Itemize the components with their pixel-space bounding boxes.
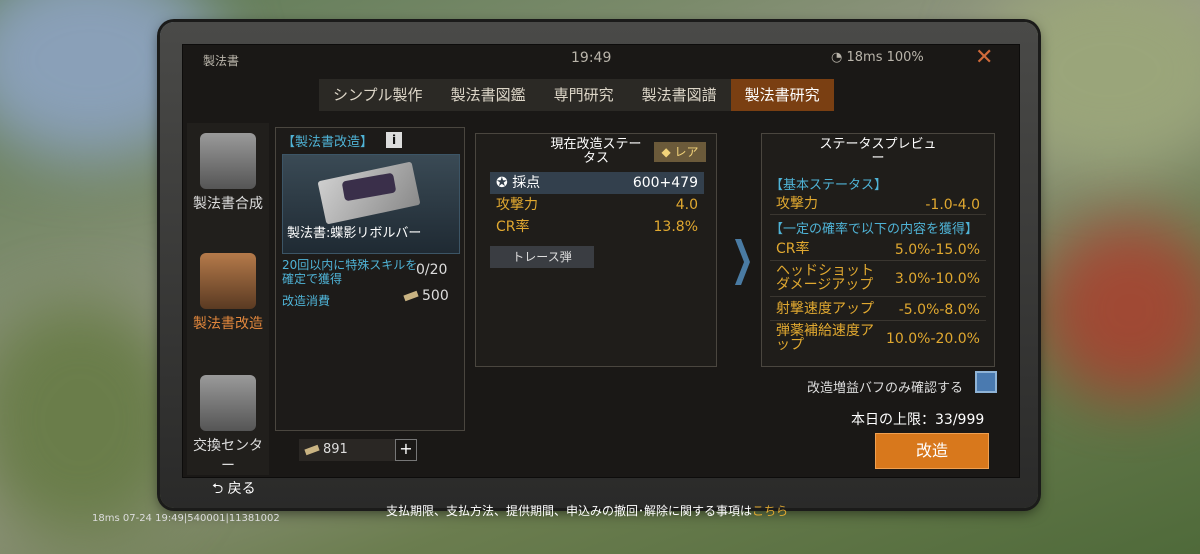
stat-label: CR率 bbox=[776, 241, 810, 257]
document-pen-icon bbox=[200, 253, 256, 309]
stat-row-attack: 攻撃力 4.0 bbox=[490, 194, 704, 216]
tab-bar: シンプル製作 製法書図鑑 専門研究 製法書図譜 製法書研究 bbox=[319, 79, 834, 111]
trace-bullet-button[interactable]: トレース弾 bbox=[490, 246, 594, 268]
return-arrow-icon: ⮌ bbox=[212, 481, 228, 497]
legal-notice: 支払期限、支払方法、提供期間、申込みの撤回･解除に関する事項はこちら bbox=[386, 504, 789, 518]
tab-expert-research[interactable]: 専門研究 bbox=[540, 79, 628, 111]
stat-label: 攻撃力 bbox=[496, 197, 538, 213]
preview-row-crit: CR率 5.0%-15.0% bbox=[770, 238, 986, 261]
debug-info: 18ms 07-24 19:49|540001|11381002 bbox=[92, 513, 280, 524]
tab-recipe-chart[interactable]: 製法書図譜 bbox=[628, 79, 731, 111]
ticket-icon bbox=[304, 444, 320, 455]
stat-label: 攻撃力 bbox=[776, 196, 818, 212]
chance-header: 【一定の確率で以下の内容を獲得】 bbox=[770, 222, 979, 237]
stat-value: 10.0%-20.0% bbox=[885, 331, 980, 347]
preview-row-reload: 弾薬補給速度アップ 10.0%-20.0% bbox=[770, 322, 986, 356]
section-header: 【製法書改造】 bbox=[282, 135, 374, 150]
condition-progress: 0/20 bbox=[416, 262, 448, 278]
cost-value: 500 bbox=[403, 288, 449, 304]
sidebar-item-exchange[interactable]: 交換センター bbox=[187, 375, 269, 475]
stat-label: 射撃速度アップ bbox=[776, 301, 874, 317]
buff-only-checkbox[interactable] bbox=[975, 371, 997, 393]
special-skill-condition: 20回以内に特殊スキルを確定で獲得 bbox=[282, 258, 418, 286]
daily-limit: 本日の上限：33/999 bbox=[851, 412, 985, 428]
tab-recipe-research[interactable]: 製法書研究 bbox=[730, 79, 834, 111]
stat-value: 3.0%-10.0% bbox=[894, 271, 980, 287]
stat-row-crit: CR率 13.8% bbox=[490, 216, 704, 238]
stat-value: -1.0-4.0 bbox=[925, 197, 980, 213]
stat-label: 弾薬補給速度アップ bbox=[776, 323, 874, 353]
sidebar-item-label: 交換センター bbox=[193, 438, 263, 474]
modify-button[interactable]: 改造 bbox=[875, 433, 989, 469]
add-tickets-button[interactable]: + bbox=[395, 439, 417, 461]
top-bar: 製法書 19:49 ◔ 18ms 100% ✕ bbox=[183, 45, 1019, 75]
window-title: 製法書 bbox=[203, 54, 240, 68]
item-name: 製法書:蝶影リボルバー bbox=[287, 226, 422, 241]
stat-value: 5.0%-15.0% bbox=[894, 242, 980, 258]
stat-value: 4.0 bbox=[675, 197, 698, 213]
preview-row-firerate: 射撃速度アップ -5.0%-8.0% bbox=[770, 298, 986, 321]
info-button[interactable]: i bbox=[386, 132, 402, 148]
star-check-icon: ✪ bbox=[496, 175, 513, 191]
cost-label: 改造消費 bbox=[282, 294, 331, 308]
stat-row-score: ✪ 採点 600+479 bbox=[490, 172, 704, 194]
connection-status: ◔ 18ms 100% bbox=[831, 50, 924, 65]
ticket-balance: 891 bbox=[299, 439, 395, 461]
stat-label: CR率 bbox=[496, 219, 530, 235]
close-button[interactable]: ✕ bbox=[975, 45, 993, 70]
score-value: 600+479 bbox=[632, 175, 698, 191]
stat-value: -5.0%-8.0% bbox=[898, 302, 980, 318]
chevron-right-icon: ❯ bbox=[730, 231, 754, 285]
buff-only-label: 改造増益バフのみ確認する bbox=[807, 381, 964, 396]
clock: 19:49 bbox=[571, 50, 612, 66]
current-status-title: 現在改造ステータス bbox=[550, 137, 642, 166]
current-status-panel: 現在改造ステータス ◆ レア ✪ 採点 600+479 攻撃力 4.0 CR率 … bbox=[475, 133, 717, 367]
basic-status-header: 【基本ステータス】 bbox=[770, 178, 888, 193]
stat-label: ヘッドショットダメージアップ bbox=[776, 263, 874, 293]
sidebar: 製法書合成 製法書改造 交換センター bbox=[187, 123, 269, 475]
shopping-bag-icon bbox=[200, 375, 256, 431]
status-preview-panel: ステータスプレビュー 【基本ステータス】 攻撃力 -1.0-4.0 【一定の確率… bbox=[761, 133, 995, 367]
sidebar-item-label: 製法書改造 bbox=[193, 316, 263, 332]
main-panel: 製法書 19:49 ◔ 18ms 100% ✕ シンプル製作 製法書図鑑 専門研… bbox=[182, 44, 1020, 478]
preview-row-attack: 攻撃力 -1.0-4.0 bbox=[770, 194, 986, 215]
tab-recipe-catalog[interactable]: 製法書図鑑 bbox=[437, 79, 540, 111]
legal-link[interactable]: こちら bbox=[752, 504, 788, 518]
gem-icon: ◆ bbox=[661, 145, 675, 159]
score-label: ✪ 採点 bbox=[496, 175, 541, 191]
preview-row-headshot: ヘッドショットダメージアップ 3.0%-10.0% bbox=[770, 262, 986, 297]
stat-value: 13.8% bbox=[653, 219, 698, 235]
recipe-modify-box: 【製法書改造】 i 製法書:蝶影リボルバー 20回以内に特殊スキルを確定で獲得 … bbox=[275, 127, 465, 431]
sidebar-item-label: 製法書合成 bbox=[193, 196, 263, 212]
back-button[interactable]: ⮌ 戻る bbox=[212, 478, 256, 502]
wifi-icon: ◔ bbox=[831, 50, 847, 65]
preview-title: ステータスプレビュー bbox=[819, 137, 937, 166]
sidebar-item-modify[interactable]: 製法書改造 bbox=[187, 253, 269, 333]
rarity-badge: ◆ レア bbox=[654, 142, 706, 162]
ticket-icon bbox=[403, 290, 419, 302]
recipe-item-card[interactable]: 製法書:蝶影リボルバー bbox=[282, 154, 460, 254]
printer-icon bbox=[200, 133, 256, 189]
sidebar-item-synthesis[interactable]: 製法書合成 bbox=[187, 133, 269, 213]
tab-simple-craft[interactable]: シンプル製作 bbox=[319, 79, 437, 111]
